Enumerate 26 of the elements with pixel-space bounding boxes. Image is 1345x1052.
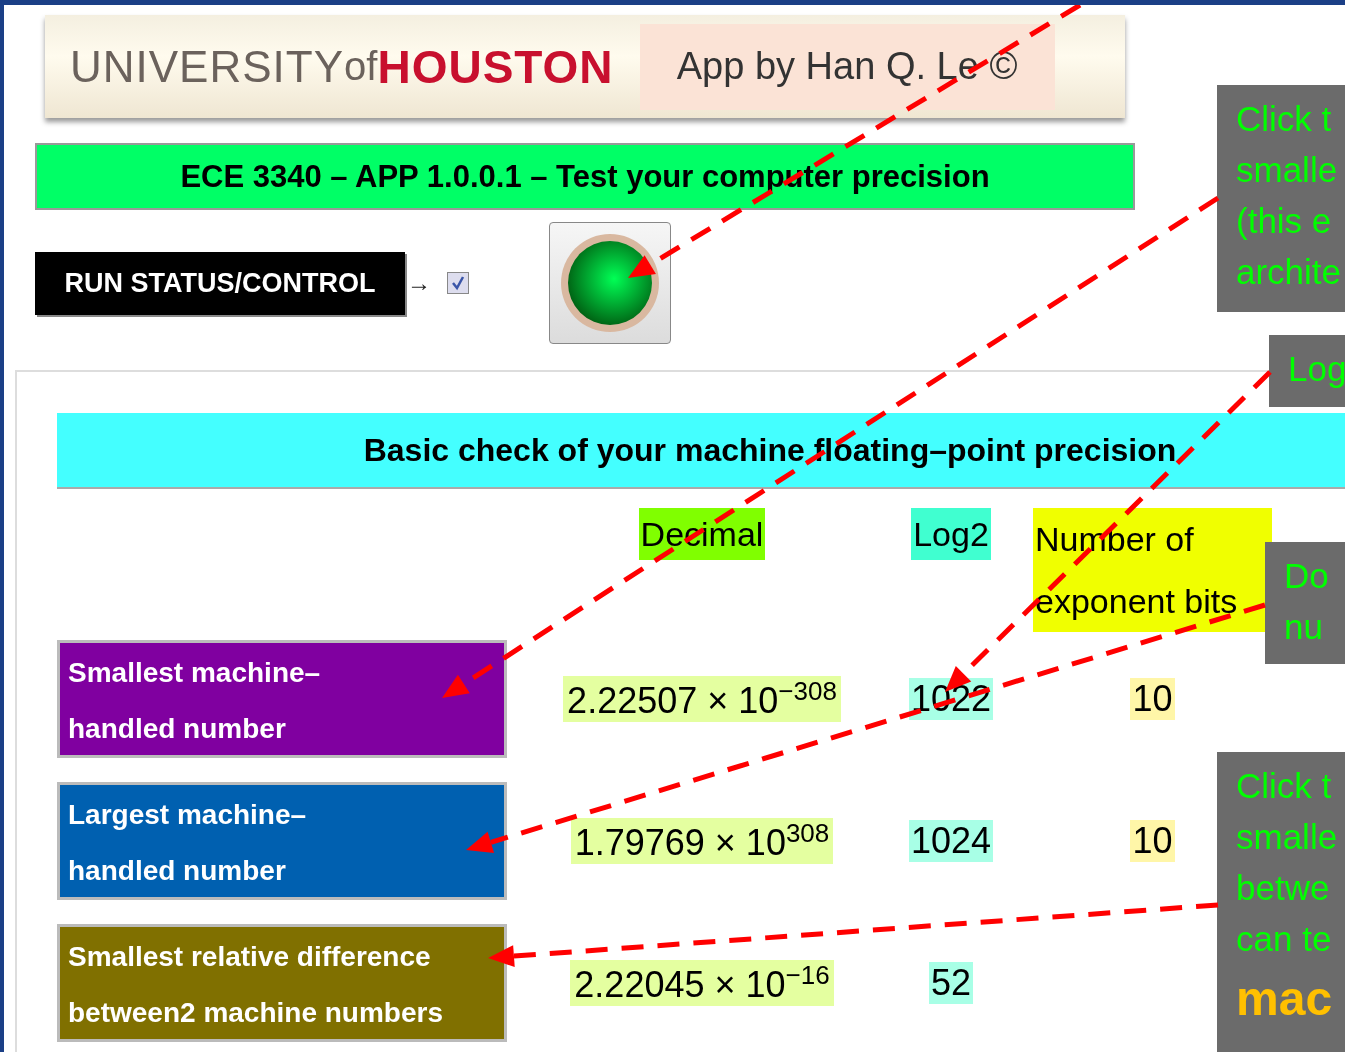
logo-text: UNIVERSITY [70,41,345,92]
section-heading: Basic check of your machine floating–point precision [57,413,1345,487]
callout-note: Do nu [1265,542,1345,664]
arrow-text: → [407,269,431,297]
row-label: Smallest relative difference between2 machine numbers [57,924,507,1042]
decimal-value: 2.22045 × 10$^{−16}$ [570,960,834,1006]
column-header: Decimal [638,508,766,560]
decimal-value: 2.22507 × 10$^{−308}$ [563,676,841,722]
decimal-value: 1.79769 × 10$^{308}$ [570,818,834,864]
row-label: Largest machine– handled number [57,782,507,900]
exponent-bits-value: 10 [1130,678,1175,720]
column-header: Number of exponent bits [1033,508,1272,632]
callout-note: Log [1269,335,1345,407]
row-label: Smallest machine– handled number [57,640,507,758]
logo-text: of [344,44,378,89]
column-header: Log2 [911,508,991,560]
callout-note: Click t smalle (this e archite [1217,85,1345,312]
app-title: ECE 3340 – APP 1.0.0.1 – Test your computer precision [35,143,1135,210]
log2-value: 52 [928,962,973,1004]
run-checkbox[interactable] [447,272,469,294]
run-status-label: RUN STATUS/CONTROL [35,251,405,315]
callout-note: Click t smalle betwe can te mac [1217,752,1345,1052]
run-light-button[interactable] [549,222,671,344]
exponent-bits-value: 10 [1130,820,1175,862]
log2-value: 1024 [908,820,994,862]
logo-text: HOUSTON [377,39,614,94]
